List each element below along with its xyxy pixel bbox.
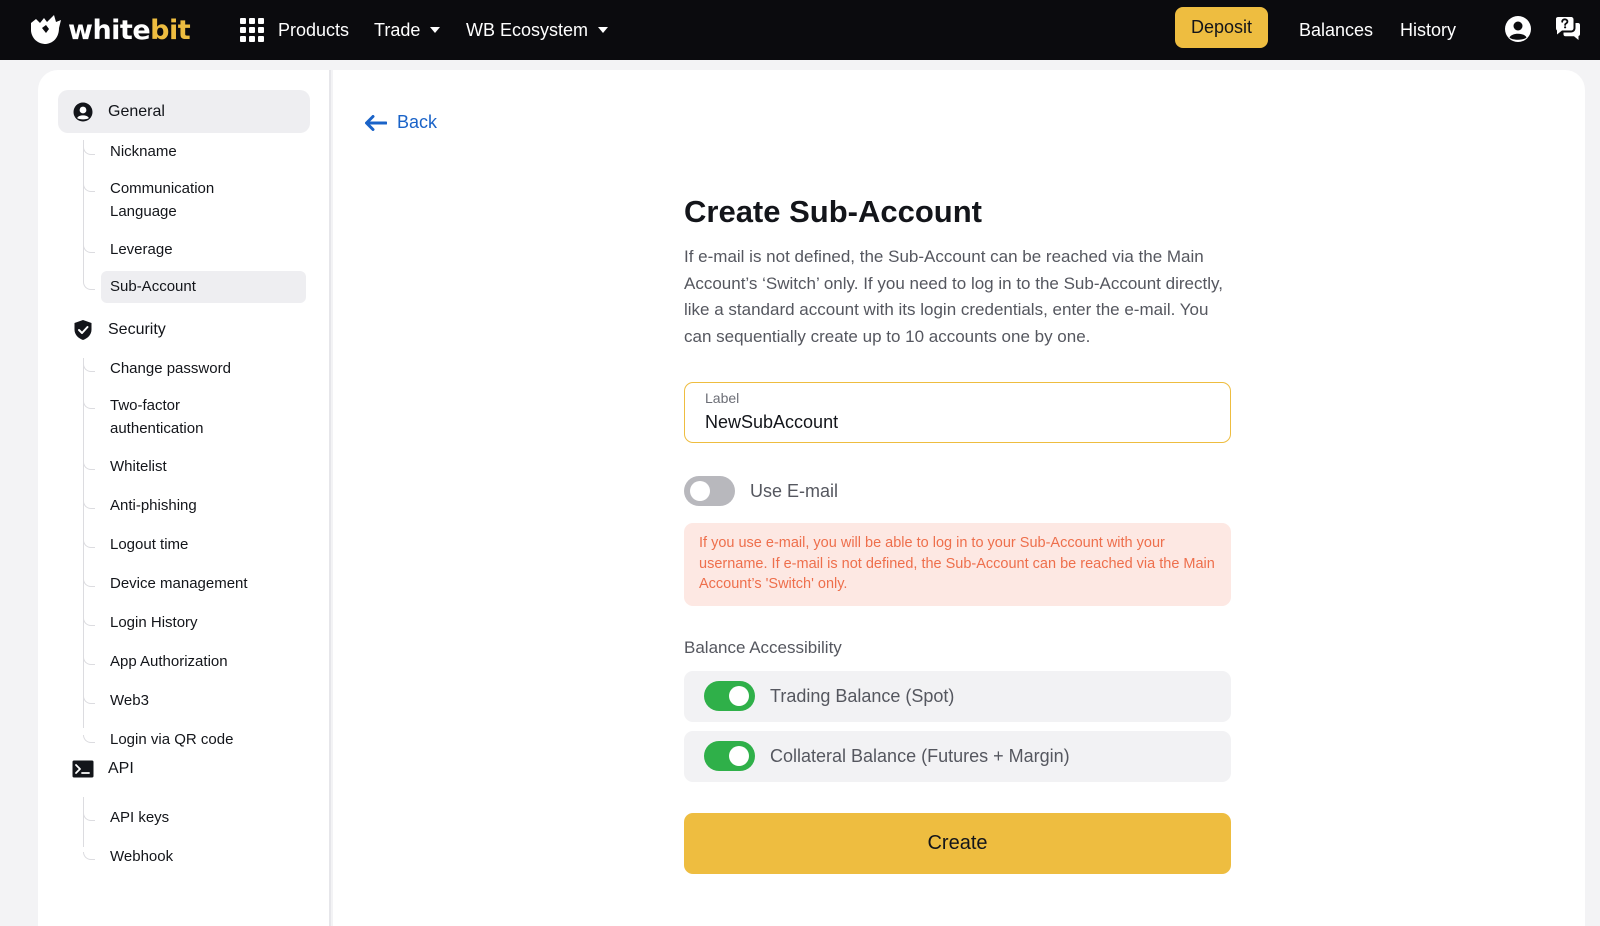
trading-balance-toggle[interactable] xyxy=(704,681,755,711)
sidebar-item-logout-time[interactable]: Logout time xyxy=(101,533,306,556)
sidebar-item-api-keys[interactable]: API keys xyxy=(101,806,306,829)
tree-connector xyxy=(83,618,95,626)
create-sub-account-form: Create Sub-Account If e-mail is not defi… xyxy=(684,192,1231,874)
wb-ecosystem-menu[interactable]: WB Ecosystem xyxy=(466,0,609,60)
balances-label: Balances xyxy=(1299,19,1374,40)
history-label: History xyxy=(1400,19,1457,40)
sidebar-section-api[interactable]: API xyxy=(58,747,310,790)
use-email-toggle[interactable] xyxy=(684,476,735,506)
tree-connector xyxy=(83,696,95,704)
sidebar-item-two-factor-authentication[interactable]: Two-factor authentication xyxy=(101,394,251,440)
label-input[interactable]: Label NewSubAccount xyxy=(684,382,1231,443)
sidebar-item-device-management[interactable]: Device management xyxy=(101,572,306,595)
trade-label: Trade xyxy=(374,19,421,40)
products-label: Products xyxy=(278,19,350,40)
whitebit-logo[interactable]: whitebit xyxy=(28,10,191,50)
logo-wordmark-bit: bit xyxy=(150,14,191,46)
tree-line xyxy=(83,797,84,847)
back-link[interactable]: Back xyxy=(365,112,437,133)
balances-link[interactable]: Balances xyxy=(1299,0,1373,60)
trading-balance-option: Trading Balance (Spot) xyxy=(684,670,1231,722)
sidebar-item-login-history[interactable]: Login History xyxy=(101,611,306,634)
tree-connector xyxy=(83,462,95,470)
tree-connector xyxy=(83,852,95,860)
sidebar-item-web3[interactable]: Web3 xyxy=(101,689,306,712)
sidebar-section-label: General xyxy=(108,102,165,120)
top-navigation-bar: whitebit Products Trade WB Ecosystem Dep… xyxy=(0,0,1600,60)
page-title: Create Sub-Account xyxy=(684,194,982,229)
terminal-icon xyxy=(72,758,94,780)
tree-connector xyxy=(83,147,95,155)
form-description: If e-mail is not defined, the Sub-Accoun… xyxy=(684,247,1223,346)
sidebar-item-communication-language[interactable]: Communication Language xyxy=(101,177,261,223)
sidebar-item-nickname[interactable]: Nickname xyxy=(101,140,306,163)
tree-connector xyxy=(83,184,95,192)
arrow-left-icon xyxy=(365,114,387,131)
tree-connector xyxy=(83,364,95,372)
tree-connector xyxy=(83,282,95,290)
deposit-button[interactable]: Deposit xyxy=(1175,7,1268,48)
logo-wordmark: whitebit xyxy=(68,14,191,46)
sidebar-item-app-authorization[interactable]: App Authorization xyxy=(101,650,306,673)
sidebar-item-change-password[interactable]: Change password xyxy=(101,357,306,380)
collateral-balance-label: Collateral Balance (Futures + Margin) xyxy=(770,745,1070,766)
sidebar-section-security[interactable]: Security xyxy=(58,308,310,351)
tree-connector xyxy=(83,501,95,509)
grid-icon xyxy=(240,18,264,42)
label-input-value: NewSubAccount xyxy=(705,412,839,432)
support-chat-icon[interactable] xyxy=(1553,14,1583,44)
sidebar-section-general[interactable]: General xyxy=(58,90,310,133)
trade-menu[interactable]: Trade xyxy=(374,0,441,60)
wb-ecosystem-label: WB Ecosystem xyxy=(466,19,589,40)
toggle-knob xyxy=(729,746,749,766)
sidebar-item-leverage[interactable]: Leverage xyxy=(101,238,306,261)
sidebar-section-label: API xyxy=(108,759,134,777)
whitebit-logo-icon xyxy=(31,15,61,44)
shield-check-icon xyxy=(72,319,94,341)
logo-wordmark-white: white xyxy=(68,14,151,46)
use-email-label: Use E-mail xyxy=(750,480,839,501)
user-circle-icon xyxy=(72,101,94,123)
toggle-knob xyxy=(690,481,710,501)
collateral-balance-toggle[interactable] xyxy=(704,741,755,771)
email-warning-notice: If you use e-mail, you will be able to l… xyxy=(684,523,1231,606)
tree-connector xyxy=(83,401,95,409)
tree-connector xyxy=(83,579,95,587)
chevron-down-icon xyxy=(430,27,441,33)
back-label: Back xyxy=(397,112,438,132)
sidebar-section-label: Security xyxy=(108,320,166,338)
balance-accessibility-title: Balance Accessibility xyxy=(684,637,842,657)
tree-connector xyxy=(83,245,95,253)
sidebar-item-webhook[interactable]: Webhook xyxy=(101,845,306,868)
tree-connector xyxy=(83,813,95,821)
toggle-knob xyxy=(729,686,749,706)
products-menu[interactable]: Products xyxy=(240,0,349,60)
use-email-row: Use E-mail xyxy=(684,475,1231,507)
tree-connector xyxy=(83,540,95,548)
history-link[interactable]: History xyxy=(1400,0,1456,60)
create-button[interactable]: Create xyxy=(684,812,1231,874)
tree-line xyxy=(83,140,84,282)
settings-sidebar: General Nickname Communication Language … xyxy=(38,70,331,926)
sidebar-item-whitelist[interactable]: Whitelist xyxy=(101,455,306,478)
chevron-down-icon xyxy=(598,27,609,33)
sidebar-item-sub-account[interactable]: Sub-Account xyxy=(101,271,306,303)
tree-connector xyxy=(83,735,95,743)
sidebar-item-anti-phishing[interactable]: Anti-phishing xyxy=(101,494,306,517)
main-panel: Back Create Sub-Account If e-mail is not… xyxy=(333,70,1585,926)
trading-balance-label: Trading Balance (Spot) xyxy=(770,685,955,706)
user-icon[interactable] xyxy=(1503,14,1533,44)
label-input-label: Label xyxy=(705,390,740,406)
collateral-balance-option: Collateral Balance (Futures + Margin) xyxy=(684,730,1231,782)
tree-connector xyxy=(83,657,95,665)
